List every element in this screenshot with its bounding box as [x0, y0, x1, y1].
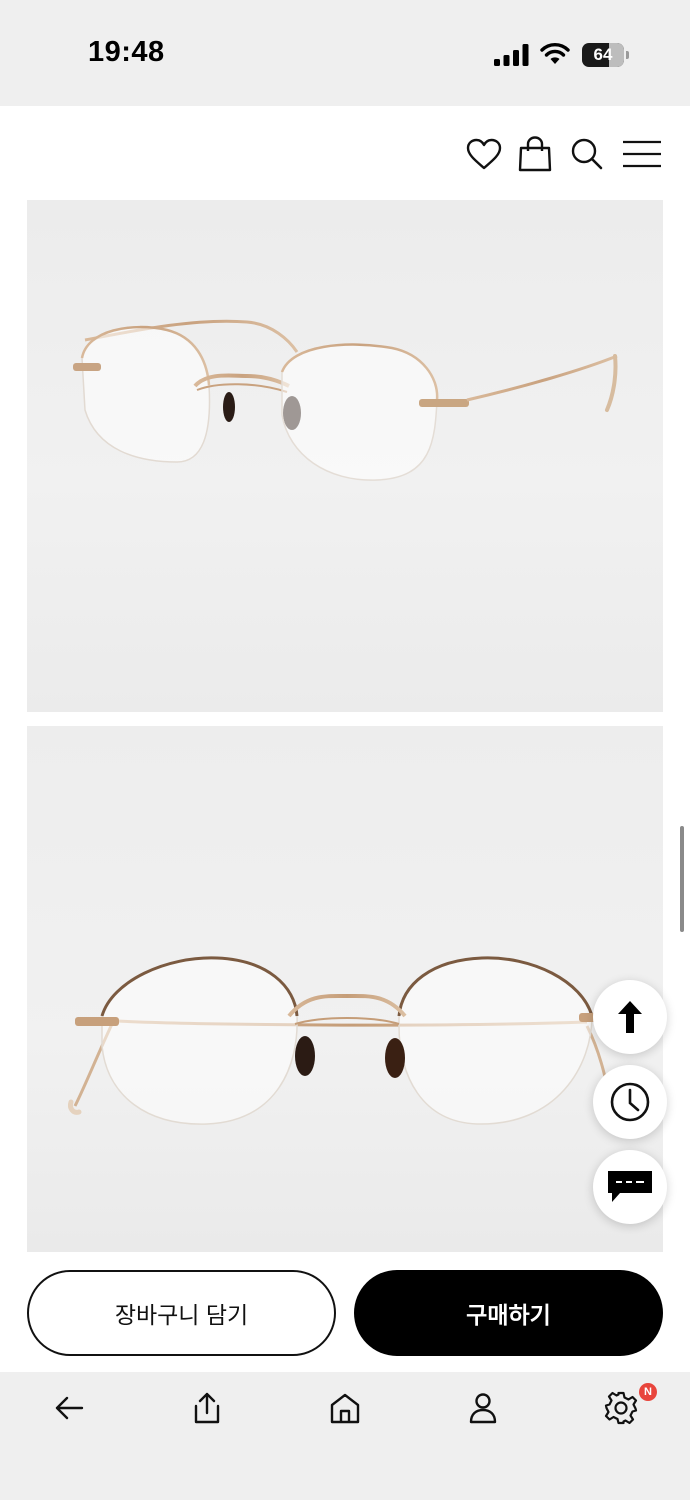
buy-now-button[interactable]: 구매하기	[354, 1270, 663, 1356]
status-bar: 19:48 64	[0, 0, 690, 106]
clock-icon	[610, 1082, 650, 1122]
share-button[interactable]	[187, 1388, 227, 1428]
add-to-cart-button[interactable]: 장바구니 담기	[27, 1270, 336, 1356]
product-image-angled	[27, 200, 663, 712]
settings-button[interactable]	[601, 1388, 641, 1428]
notification-badge: N	[639, 1383, 657, 1401]
chat-button[interactable]	[593, 1150, 667, 1224]
menu-icon[interactable]	[622, 134, 662, 174]
settings-icon	[604, 1391, 638, 1425]
shopping-bag-icon[interactable]	[517, 134, 553, 174]
arrow-up-icon	[618, 1001, 642, 1033]
share-icon	[194, 1392, 220, 1424]
scrollbar-thumb[interactable]	[680, 826, 684, 932]
cellular-signal-icon	[494, 44, 529, 66]
eyeglasses-front-illustration	[68, 956, 614, 1125]
recent-history-button[interactable]	[593, 1065, 667, 1139]
battery-icon: 64	[582, 43, 630, 67]
search-icon[interactable]	[569, 134, 605, 174]
home-button[interactable]	[325, 1388, 365, 1428]
wifi-icon	[540, 43, 570, 64]
battery-level: 64	[593, 45, 613, 64]
user-icon	[469, 1393, 497, 1424]
back-button[interactable]	[49, 1388, 89, 1428]
status-time: 19:48	[88, 36, 165, 68]
product-image-front	[27, 726, 663, 1252]
scroll-to-top-button[interactable]	[593, 980, 667, 1054]
eyeglasses-angled-illustration	[73, 319, 618, 481]
buy-now-label: 구매하기	[466, 1302, 551, 1328]
back-arrow-icon	[55, 1396, 84, 1420]
add-to-cart-label: 장바구니 담기	[114, 1302, 249, 1328]
heart-icon[interactable]	[466, 134, 502, 174]
chat-icon	[608, 1171, 652, 1202]
my-page-button[interactable]	[463, 1388, 503, 1428]
home-icon	[330, 1393, 360, 1424]
